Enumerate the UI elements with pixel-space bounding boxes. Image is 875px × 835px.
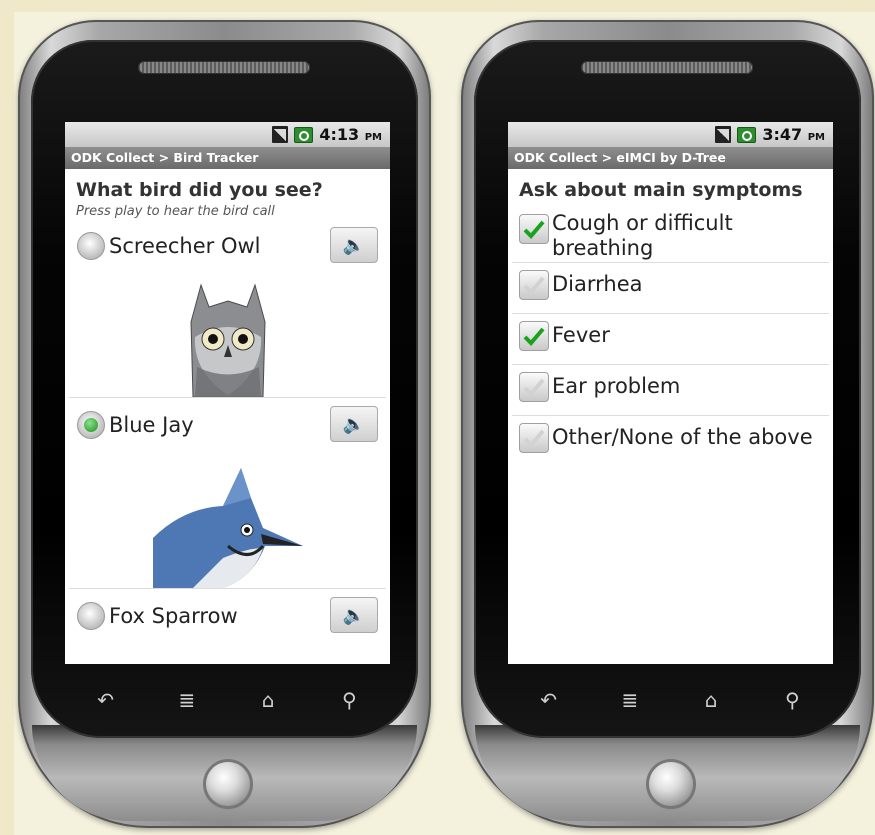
option-screecher-owl[interactable]: Screecher Owl 🔈 [65,223,390,269]
play-sound-button[interactable]: 🔈 [330,227,378,263]
home-icon[interactable]: ⌂ [691,688,731,712]
check-icon [523,327,545,346]
status-bar: 4:13 PM [65,122,390,147]
battery-icon [737,126,757,143]
play-sound-button[interactable]: 🔈 [330,406,378,442]
checkbox-unchecked[interactable] [519,423,549,453]
earpiece-speaker [581,61,753,74]
option-label: Other/None of the above [552,425,813,449]
option-fox-sparrow[interactable]: Fox Sparrow 🔈 [65,593,390,639]
battery-icon [294,126,314,143]
status-bar: 3:47 PM [508,122,833,147]
option-label: Diarrhea [552,272,643,296]
trackball[interactable] [649,762,693,806]
option-label: Blue Jay [109,413,194,437]
check-icon [523,378,545,397]
divider [69,588,386,589]
home-icon[interactable]: ⌂ [248,688,288,712]
radio-button[interactable] [77,602,105,630]
status-time: 3:47 PM [762,125,825,144]
signal-icon [715,126,732,143]
blue-jay-image [65,448,390,588]
owl-icon [189,283,266,397]
option-label: Screecher Owl [109,234,261,258]
checkbox-unchecked[interactable] [519,372,549,402]
signal-icon [272,126,289,143]
earpiece-speaker [138,61,310,74]
option-label: Ear problem [552,374,681,398]
search-icon[interactable]: ⚲ [329,688,369,712]
check-icon [523,429,545,448]
option-other-none[interactable]: Other/None of the above [508,416,833,466]
blue-jay-icon [152,468,303,588]
radio-button-selected[interactable] [77,411,105,439]
question-text: What bird did you see? [76,179,323,201]
option-label: Cough or difficult breathing [552,211,733,260]
menu-icon[interactable]: ≣ [610,688,650,712]
back-icon[interactable]: ↶ [529,688,569,712]
left-screen: 4:13 PM ODK Collect > Bird Tracker What … [65,122,390,664]
checkbox-checked[interactable] [519,321,549,351]
left-nav-bar: ↶ ≣ ⌂ ⚲ [65,677,390,723]
status-time: 4:13 PM [319,125,382,144]
app-title: ODK Collect > Bird Tracker [65,147,390,169]
hint-text: Press play to hear the bird call [76,204,275,219]
radio-button[interactable] [77,232,105,260]
speaker-icon: 🔈 [342,604,366,626]
right-nav-bar: ↶ ≣ ⌂ ⚲ [508,677,833,723]
check-icon [523,276,545,295]
checkbox-unchecked[interactable] [519,270,549,300]
check-icon [523,220,545,239]
speaker-icon: 🔈 [342,234,366,256]
speaker-icon: 🔈 [342,413,366,435]
play-sound-button[interactable]: 🔈 [330,597,378,633]
trackball[interactable] [206,762,250,806]
back-icon[interactable]: ↶ [86,688,126,712]
option-fever[interactable]: Fever [508,314,833,364]
option-label: Fever [552,323,610,347]
owl-image [65,269,390,397]
app-title: ODK Collect > eIMCI by D-Tree [508,147,833,169]
option-diarrhea[interactable]: Diarrhea [508,263,833,313]
divider [69,397,386,398]
option-blue-jay[interactable]: Blue Jay 🔈 [65,402,390,448]
right-screen: 3:47 PM ODK Collect > eIMCI by D-Tree As… [508,122,833,664]
checkbox-checked[interactable] [519,214,549,244]
option-cough[interactable]: Cough or difficult breathing [508,207,833,262]
search-icon[interactable]: ⚲ [772,688,812,712]
option-ear-problem[interactable]: Ear problem [508,365,833,415]
question-text: Ask about main symptoms [519,179,803,201]
option-label: Fox Sparrow [109,604,238,628]
menu-icon[interactable]: ≣ [167,688,207,712]
